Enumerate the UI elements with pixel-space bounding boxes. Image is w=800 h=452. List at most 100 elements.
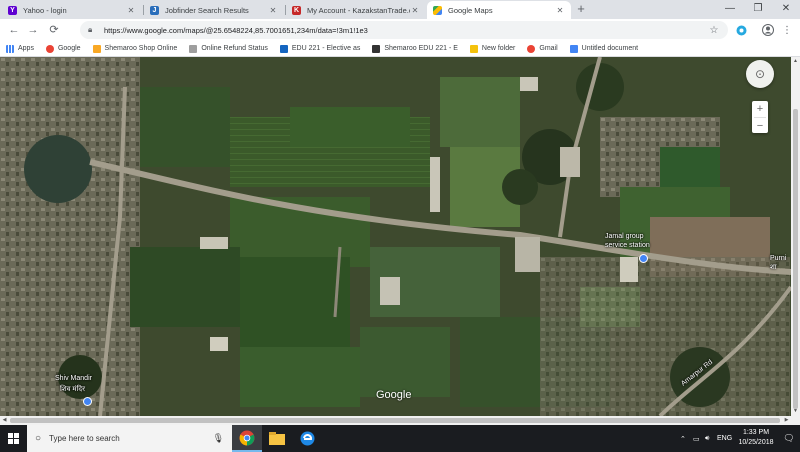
bookmark-label: Shemaroo EDU 221 - E [384,45,458,52]
compass-icon: ⊙ [754,67,766,81]
new-tab-button[interactable]: + [573,1,589,17]
yahoo-favicon-icon: Y [8,5,17,15]
page-icon [372,44,381,53]
scroll-thumb[interactable] [10,418,780,423]
microphone-icon[interactable]: 🎙︎ [213,433,224,444]
tab-title: Jobfinder Search Results [165,5,249,15]
jobfinder-favicon-icon: J [150,5,159,15]
scroll-thumb[interactable] [793,109,798,409]
place-label-right-edge: Purni शा [770,255,787,271]
shemaroo-icon [92,44,101,53]
url-text: https://www.google.com/maps/@25.6548224,… [104,25,368,35]
clock-date: 10/25/2018 [738,439,774,446]
bookmark-label: Gmail [539,45,558,52]
cortana-icon: ○ [35,433,42,444]
google-icon [45,44,54,53]
tab-title: Google Maps [448,5,493,15]
bookmark-label: Apps [18,45,34,52]
bookmarks-bar: Apps Google Shemaroo Shop Online Online … [0,41,800,57]
tab-yahoo[interactable]: Y Yahoo - login ✕ [2,1,142,19]
bookmark-gmail[interactable]: Gmail [527,44,558,53]
browser-toolbar: ← → ⟳ 🔒︎ https://www.google.com/maps/@25… [0,19,800,41]
apps-grid-icon [6,44,14,53]
tab-close-icon[interactable]: ✕ [126,6,136,15]
tab-my-account[interactable]: K My Account - KazakstanTrade.com ✕ [286,1,426,19]
page-icon [279,44,288,53]
place-label-shiv-mandir-hindi: शिव मंदिर [60,386,85,393]
google-maps-favicon-icon [433,5,442,15]
temple-pin-icon[interactable] [83,397,92,406]
scroll-left-icon[interactable]: ◀ [0,416,9,425]
tab-google-maps[interactable]: Google Maps ✕ [427,1,571,19]
zoom-in-button[interactable]: + [752,101,768,117]
google-icon [527,44,536,53]
scroll-up-icon[interactable]: ▲ [791,57,800,66]
minimize-button[interactable]: — [716,0,744,19]
file-explorer-taskbar-icon[interactable] [262,425,292,452]
address-bar[interactable]: 🔒︎ https://www.google.com/maps/@25.65482… [80,21,728,39]
scroll-right-icon[interactable]: ▶ [782,416,791,425]
bookmark-untitled-doc[interactable]: Untitled document [569,44,639,53]
bookmark-label: Online Refund Status [201,45,268,52]
place-label-station[interactable]: Jamal group service station [605,232,650,250]
google-watermark: Google [376,389,412,401]
volume-icon[interactable]: 🔊︎ [705,425,709,452]
clock-time: 1:33 PM [742,429,770,436]
satellite-imagery [0,57,791,416]
folder-icon [469,44,478,53]
extension-icon[interactable] [733,22,749,38]
lock-icon: 🔒︎ [88,25,93,34]
kazakstan-favicon-icon: K [292,5,301,15]
tab-title: My Account - KazakstanTrade.com [307,5,410,15]
start-button[interactable] [0,425,27,452]
vertical-scrollbar[interactable]: ▲ ▼ [791,57,800,416]
bookmark-label: Shemaroo Shop Online [104,45,178,52]
bookmark-new-folder[interactable]: New folder [469,44,516,53]
page-icon [189,44,198,53]
windows-logo-icon [8,433,19,444]
location-pin-icon[interactable] [639,254,648,263]
chrome-taskbar-icon[interactable] [232,425,262,452]
satellite-map[interactable]: Jamal group service station Shiv Mandir … [0,57,791,416]
scroll-down-icon[interactable]: ▼ [791,407,800,416]
docs-icon [569,44,578,53]
close-window-button[interactable]: ✕ [772,0,800,19]
bookmark-google[interactable]: Google [45,44,81,53]
maximize-button[interactable]: ❐ [744,0,772,19]
bookmark-edu-221[interactable]: EDU 221 - Elective as [279,44,361,53]
bookmark-shemaroo-shop[interactable]: Shemaroo Shop Online [92,44,178,53]
notification-icon[interactable]: 🗨︎ [782,431,796,445]
tab-jobfinder[interactable]: J Jobfinder Search Results ✕ [144,1,284,19]
tab-strip: Y Yahoo - login ✕ J Jobfinder Search Res… [0,0,800,19]
place-label-shiv-mandir[interactable]: Shiv Mandir [55,375,92,382]
bookmark-label: Google [57,45,81,52]
search-placeholder: Type here to search [49,434,120,443]
taskbar-search[interactable]: ○ Type here to search 🎙︎ [27,425,232,452]
bookmark-label: New folder [481,45,516,52]
compass-control[interactable]: ⊙ [746,60,774,88]
network-icon[interactable]: ▭ [693,425,700,452]
edge-taskbar-icon[interactable] [292,425,322,452]
zoom-out-button[interactable]: − [752,118,768,134]
tab-close-icon[interactable]: ✕ [410,6,420,15]
tray-up-arrow-icon[interactable]: ⌃ [680,425,686,452]
horizontal-scrollbar[interactable]: ◀ ▶ [0,416,800,425]
bookmark-shemaroo-edu[interactable]: Shemaroo EDU 221 - E [372,44,458,53]
bookmark-apps[interactable]: Apps [6,44,34,53]
language-indicator[interactable]: ENG [717,425,732,452]
profile-avatar-icon[interactable] [760,22,776,38]
zoom-control: + − [752,101,768,133]
tab-title: Yahoo - login [23,5,67,15]
forward-button[interactable]: → [25,22,41,38]
chrome-menu-icon[interactable]: ⋮ [779,22,795,38]
bookmark-refund-status[interactable]: Online Refund Status [189,44,268,53]
reload-button[interactable]: ⟳ [46,22,62,38]
back-button[interactable]: ← [6,22,22,38]
tab-close-icon[interactable]: ✕ [268,6,278,15]
tab-close-icon[interactable]: ✕ [555,6,565,15]
windows-taskbar: ○ Type here to search 🎙︎ ⌃ ▭ 🔊︎ ENG 1:33… [0,425,800,452]
bookmark-label: Untitled document [581,45,639,52]
bookmark-label: EDU 221 - Elective as [291,45,361,52]
bookmark-star-icon[interactable]: ☆ [708,25,720,36]
taskbar-clock[interactable]: 1:33 PM 10/25/2018 [734,428,778,448]
